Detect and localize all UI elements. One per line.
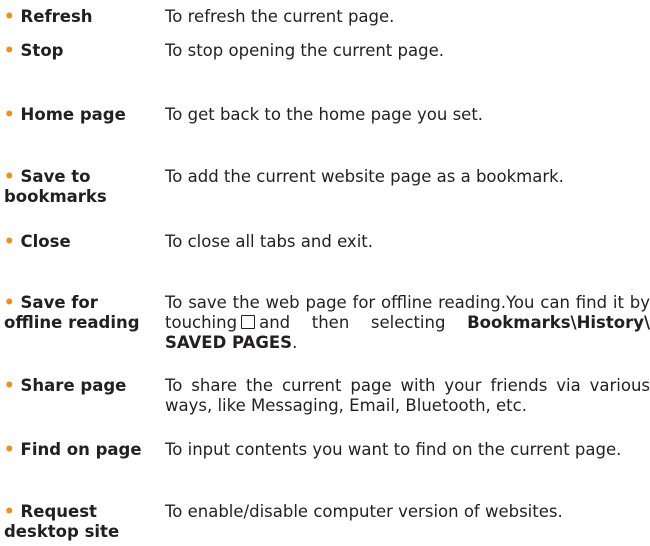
term-label: Save for: [20, 293, 98, 312]
term-label-line2: offline reading: [4, 313, 140, 332]
bullet: •: [4, 293, 15, 312]
term-description: To close all tabs and exit.: [165, 232, 373, 251]
bullet: •: [4, 105, 15, 124]
term-label-line2: bookmarks: [4, 187, 107, 206]
bullet: •: [4, 41, 15, 60]
term-label: Save to: [20, 167, 91, 186]
tab-manager-box-icon: [241, 315, 256, 329]
term-description: To input contents you want to find on th…: [165, 440, 622, 459]
bullet: •: [4, 376, 15, 395]
bullet: •: [4, 167, 15, 186]
term-description: To share the current page with your frie…: [165, 376, 650, 415]
term-description: To refresh the current page.: [165, 7, 395, 26]
term-description: To save the web page for offline reading…: [165, 293, 650, 352]
term-label-line2: desktop site: [4, 522, 120, 541]
term-description: To stop opening the current page.: [165, 41, 444, 60]
term-label: Share page: [20, 376, 127, 395]
bullet: •: [4, 440, 15, 459]
bullet: •: [4, 232, 15, 251]
term-label: Close: [20, 232, 71, 251]
term-label: Refresh: [20, 7, 93, 26]
manual-page: • Refresh To refresh the current page. • S…: [0, 0, 650, 546]
term-label: Stop: [20, 41, 64, 60]
bullet: •: [4, 502, 15, 521]
term-description: To enable/disable computer version of we…: [165, 502, 563, 521]
term-description: To get back to the home page you set.: [165, 105, 484, 124]
term-label: Find on page: [20, 440, 142, 459]
term-label: Home page: [20, 105, 126, 124]
term-label: Request: [20, 502, 97, 521]
bullet: •: [4, 7, 15, 26]
term-description: To add the current website page as a boo…: [165, 167, 564, 186]
